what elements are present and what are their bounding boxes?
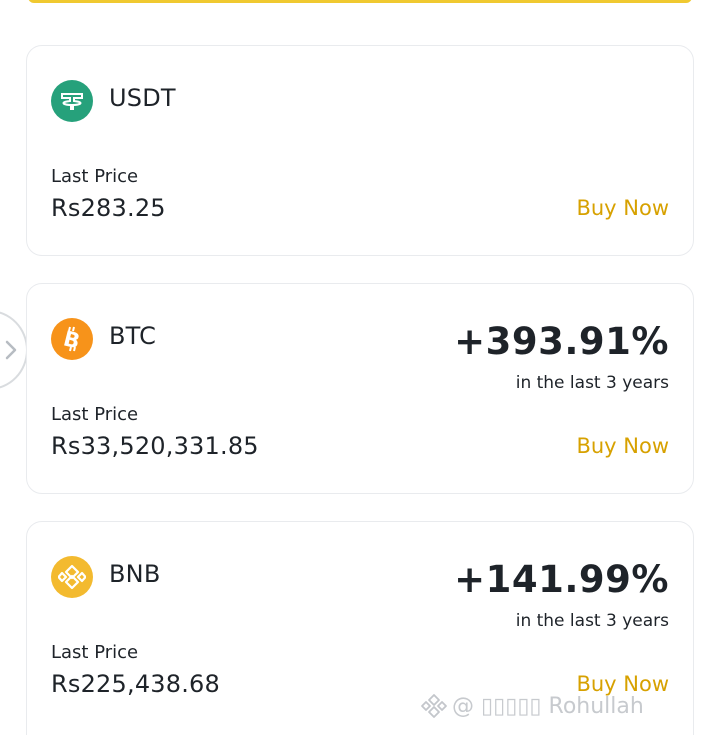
coin-list-page: USDT Last Price Rs283.25 Buy Now B BTC +… xyxy=(0,0,720,735)
price-change-percent: +393.91% xyxy=(454,320,669,363)
coin-symbol: BNB xyxy=(109,560,161,588)
last-price-value: Rs283.25 xyxy=(51,194,166,222)
coin-symbol: BTC xyxy=(109,322,157,350)
buy-now-button[interactable]: Buy Now xyxy=(576,196,669,220)
last-price-label: Last Price xyxy=(51,166,139,187)
usdt-icon xyxy=(51,80,93,122)
coin-card-usdt[interactable]: USDT Last Price Rs283.25 Buy Now xyxy=(26,45,694,256)
last-price-label: Last Price xyxy=(51,642,139,663)
last-price-label: Last Price xyxy=(51,404,139,425)
price-change-period: in the last 3 years xyxy=(515,611,669,631)
top-accent-bar xyxy=(28,0,692,3)
watermark-text: @ ▯▯▯▯▯ Rohullah xyxy=(452,693,644,719)
bitcoin-icon: B xyxy=(51,318,93,360)
price-change-percent: +141.99% xyxy=(454,558,669,601)
buy-now-button[interactable]: Buy Now xyxy=(576,434,669,458)
svg-text:B: B xyxy=(61,326,82,352)
coin-card-btc[interactable]: B BTC +393.91% in the last 3 years Last … xyxy=(26,283,694,494)
price-change-period: in the last 3 years xyxy=(515,373,669,393)
bnb-icon xyxy=(51,556,93,598)
chevron-right-icon xyxy=(5,340,17,360)
carousel-prev-button[interactable] xyxy=(0,310,28,390)
coin-symbol: USDT xyxy=(109,84,176,112)
last-price-value: Rs225,438.68 xyxy=(51,670,220,698)
watermark: @ ▯▯▯▯▯ Rohullah xyxy=(420,692,644,720)
last-price-value: Rs33,520,331.85 xyxy=(51,432,259,460)
binance-logo-icon xyxy=(421,694,447,718)
